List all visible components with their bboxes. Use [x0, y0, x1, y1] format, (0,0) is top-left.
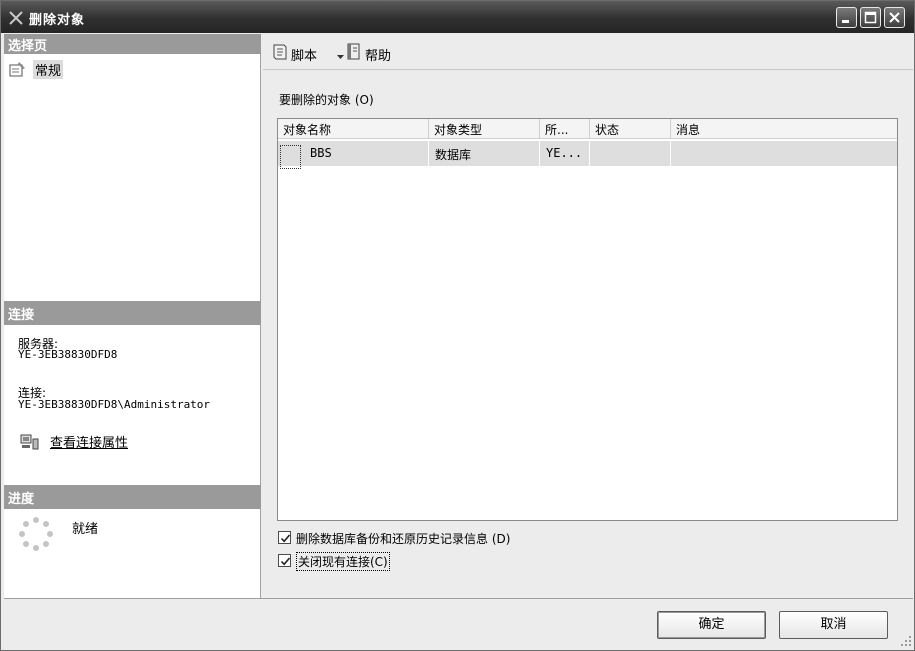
help-button[interactable]: 帮助 [345, 43, 405, 65]
column-header-message[interactable]: 消息 [671, 119, 897, 139]
toolbar: 脚本 帮助 [263, 34, 913, 70]
maximize-icon [864, 11, 877, 24]
help-label: 帮助 [365, 49, 392, 64]
maximize-button[interactable] [860, 7, 881, 28]
cell-owner: YE... [540, 141, 590, 166]
script-button[interactable]: 脚本 [271, 43, 344, 65]
cancel-button[interactable]: 取消 [779, 611, 888, 639]
app-icon [8, 10, 24, 26]
progress-status: 就绪 [72, 522, 99, 537]
dialog-button-bar: 确定 取消 [4, 598, 913, 650]
resize-grip-icon[interactable] [900, 635, 912, 650]
minimize-button[interactable] [836, 7, 857, 28]
table-row[interactable]: BBS 数据库 YE... [278, 141, 897, 169]
column-header-object-type[interactable]: 对象类型 [429, 119, 540, 139]
view-connection-properties-link[interactable]: 查看连接属性 [50, 432, 128, 451]
objects-to-delete-label: 要删除的对象 (O) [279, 93, 374, 107]
chevron-down-icon[interactable] [337, 49, 344, 64]
grid-header: 对象名称 对象类型 所... 状态 消息 [278, 119, 897, 139]
progress-header: 进度 [4, 485, 261, 509]
column-header-owner[interactable]: 所... [540, 119, 590, 139]
script-icon [271, 43, 289, 65]
connection-header: 连接 [4, 301, 261, 325]
objects-grid[interactable]: 对象名称 对象类型 所... 状态 消息 BBS 数据库 YE... [277, 118, 898, 521]
cell-status [590, 141, 671, 166]
column-header-object-name[interactable]: 对象名称 [278, 119, 429, 139]
left-pane: 选择页 常规 连接 服务器: YE-3EB38830DFD8 连接: YE-3E… [4, 34, 261, 598]
column-header-status[interactable]: 状态 [590, 119, 671, 139]
progress-spinner-icon [18, 516, 54, 555]
select-page-header: 选择页 [4, 34, 261, 54]
close-button[interactable] [884, 7, 905, 28]
window-title: 删除对象 [29, 13, 86, 28]
help-icon [345, 43, 363, 65]
checkmark-icon [280, 557, 291, 566]
row-selector[interactable] [280, 145, 301, 169]
checkbox-close-connections[interactable] [278, 554, 291, 567]
cell-object-type: 数据库 [429, 141, 540, 166]
properties-page-icon [9, 61, 27, 80]
script-label: 脚本 [291, 49, 318, 64]
server-value: YE-3EB38830DFD8 [18, 348, 118, 361]
cell-message [671, 141, 897, 166]
connection-properties-icon [20, 433, 40, 454]
close-connections-label: 关闭现有连接(C) [296, 552, 390, 571]
delete-object-dialog: 删除对象 选择页 常规 连接 服务器: YE-3EB38830DFD8 连接: … [0, 0, 915, 651]
connection-value: YE-3EB38830DFD8\Administrator [18, 398, 211, 411]
delete-backup-label: 删除数据库备份和还原历史记录信息 (D) [296, 532, 511, 546]
checkmark-icon [280, 534, 291, 543]
title-bar[interactable]: 删除对象 [1, 1, 914, 33]
checkbox-delete-backup[interactable] [278, 531, 291, 544]
ok-button[interactable]: 确定 [657, 611, 766, 639]
minimize-icon [842, 20, 849, 23]
nav-item-label: 常规 [33, 60, 64, 79]
close-icon [889, 12, 900, 23]
